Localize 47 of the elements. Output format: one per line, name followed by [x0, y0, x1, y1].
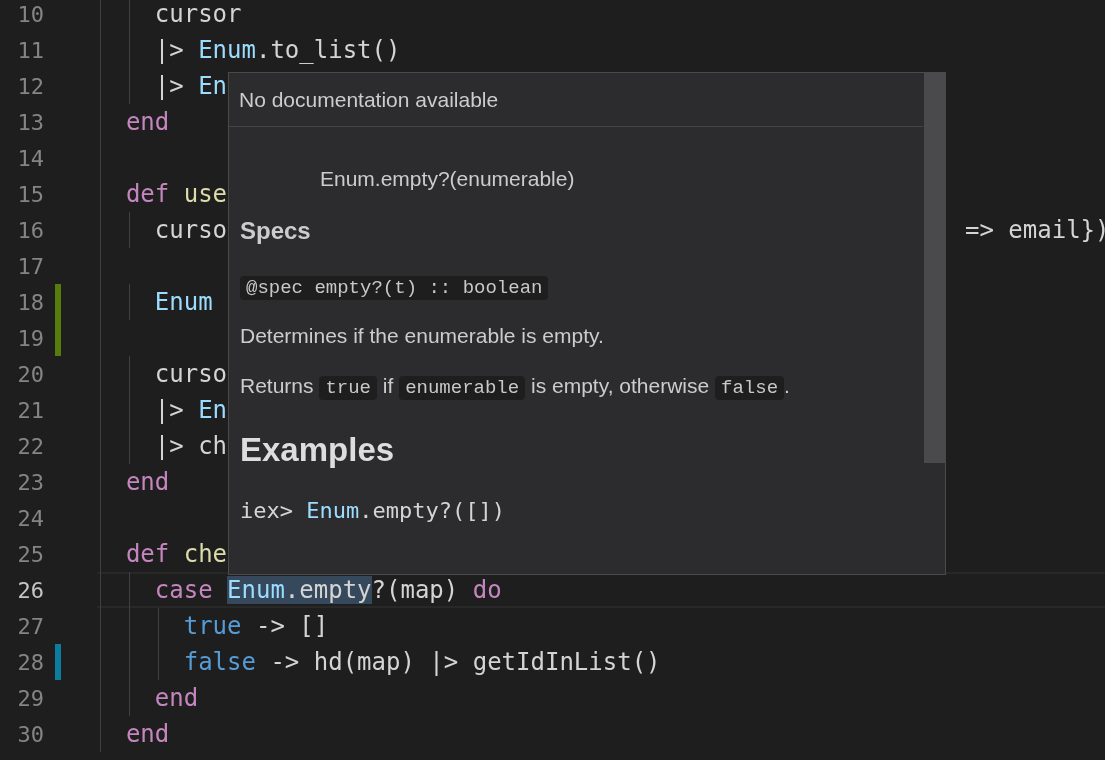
code-line: |> En	[153, 396, 228, 424]
line-number: 18	[16, 289, 44, 315]
section-heading: Specs	[240, 216, 312, 246]
line-number: 24	[16, 505, 44, 531]
description-text: Determines if the enumerable is empty.	[240, 323, 605, 349]
code-line: true -> []	[182, 612, 329, 640]
code-line: |> En	[153, 72, 228, 100]
code-line: end	[153, 684, 199, 712]
scrollbar-thumb[interactable]	[924, 73, 945, 463]
line-number: 30	[16, 721, 44, 747]
code-line: def use	[124, 180, 228, 208]
line-number: 23	[16, 469, 44, 495]
section-heading: Examples	[240, 430, 396, 470]
code-line: case Enum.empty?(map) do	[153, 576, 502, 604]
code-line: cursor	[153, 0, 242, 28]
example-code: iex> Enum.empty?([])	[240, 498, 506, 523]
line-number: 26	[16, 577, 44, 603]
line-number: 15	[16, 181, 44, 207]
line-number: 20	[16, 361, 44, 387]
code-line: curso	[153, 360, 228, 388]
function-signature: Enum.empty?(enumerable)	[320, 166, 576, 192]
line-number: 11	[16, 37, 44, 63]
code-line: def che	[124, 540, 228, 568]
line-number: 14	[16, 145, 44, 171]
line-number: 28	[16, 649, 44, 675]
line-number: 16	[16, 217, 44, 243]
line-number: 25	[16, 541, 44, 567]
code-fragment: => email})	[965, 216, 1105, 244]
code-line: end	[124, 468, 170, 496]
line-number: 19	[16, 325, 44, 351]
line-number: 29	[16, 685, 44, 711]
line-number: 17	[16, 253, 44, 279]
code-line: end	[124, 108, 170, 136]
line-number: 22	[16, 433, 44, 459]
line-number: 27	[16, 613, 44, 639]
code-line: end	[124, 720, 170, 748]
line-number: 21	[16, 397, 44, 423]
code-line: Enum	[153, 288, 213, 316]
code-line: |> ch	[153, 432, 228, 460]
code-line: |> Enum.to_list()	[153, 36, 401, 64]
code-line: false -> hd(map) |> getIdInList()	[182, 648, 661, 676]
line-number: 10	[16, 1, 44, 27]
tooltip-header: No documentation available	[229, 73, 923, 127]
line-number: 13	[16, 109, 44, 135]
code-line: curso	[153, 216, 228, 244]
spec-code: @spec empty?(t) :: boolean	[240, 276, 549, 300]
line-number: 12	[16, 73, 44, 99]
